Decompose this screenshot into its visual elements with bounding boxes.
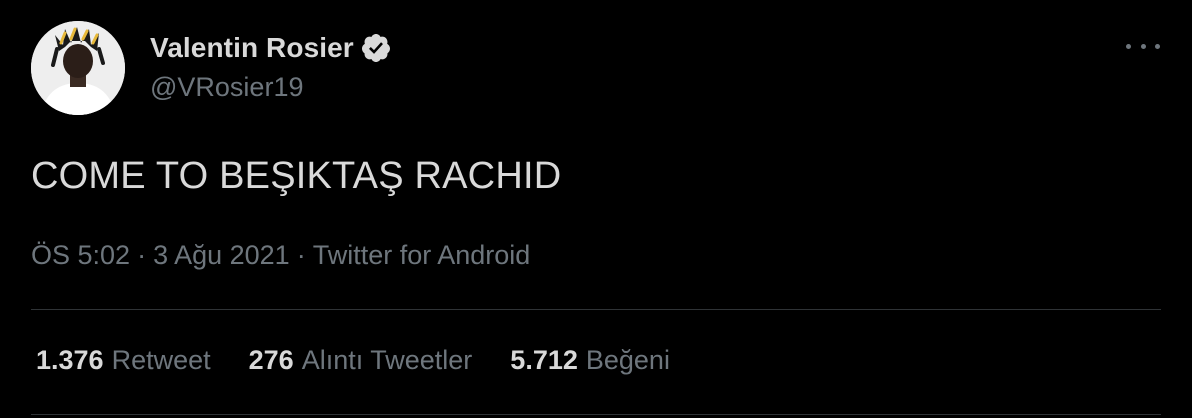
- author-display-name[interactable]: Valentin Rosier: [150, 32, 354, 64]
- more-options-icon[interactable]: [1126, 36, 1160, 56]
- quote-tweet-count: 276: [248, 345, 294, 375]
- quote-tweet-stat[interactable]: 276 Alıntı Tweetler: [249, 345, 473, 376]
- tweet-metadata: ÖS 5:02 · 3 Ağu 2021 · Twitter for Android: [31, 240, 530, 271]
- tweet-stats: 1.376 Retweet 276 Alıntı Tweetler 5.712 Beğ…: [36, 345, 708, 376]
- like-stat[interactable]: 5.712 Beğeni: [510, 345, 670, 376]
- tweet-text: COME TO BEŞIKTAŞ RACHID: [31, 155, 562, 197]
- meta-separator: ·: [137, 240, 147, 270]
- avatar[interactable]: [31, 21, 125, 115]
- like-count: 5.712: [510, 345, 578, 375]
- retweet-stat[interactable]: 1.376 Retweet: [36, 345, 211, 376]
- author-handle[interactable]: @VRosier19: [150, 72, 303, 103]
- tweet-detail: Valentin Rosier @VRosier19 COME TO BEŞIK…: [0, 0, 1192, 418]
- tweet-source[interactable]: Twitter for Android: [313, 240, 531, 270]
- meta-separator: ·: [296, 240, 306, 270]
- more-dot: [1155, 43, 1160, 49]
- verified-badge-icon: [360, 32, 392, 64]
- retweet-label: Retweet: [111, 345, 211, 375]
- more-dot: [1126, 43, 1131, 49]
- divider: [31, 309, 1161, 310]
- more-dot: [1140, 43, 1146, 49]
- tweet-date[interactable]: 3 Ağu 2021: [153, 240, 290, 270]
- author-name-row: Valentin Rosier: [150, 30, 392, 66]
- retweet-count: 1.376: [36, 345, 104, 375]
- divider: [31, 414, 1161, 415]
- quote-tweet-label: Alıntı Tweetler: [301, 345, 473, 375]
- like-label: Beğeni: [585, 345, 670, 375]
- tweet-time[interactable]: ÖS 5:02: [31, 240, 130, 270]
